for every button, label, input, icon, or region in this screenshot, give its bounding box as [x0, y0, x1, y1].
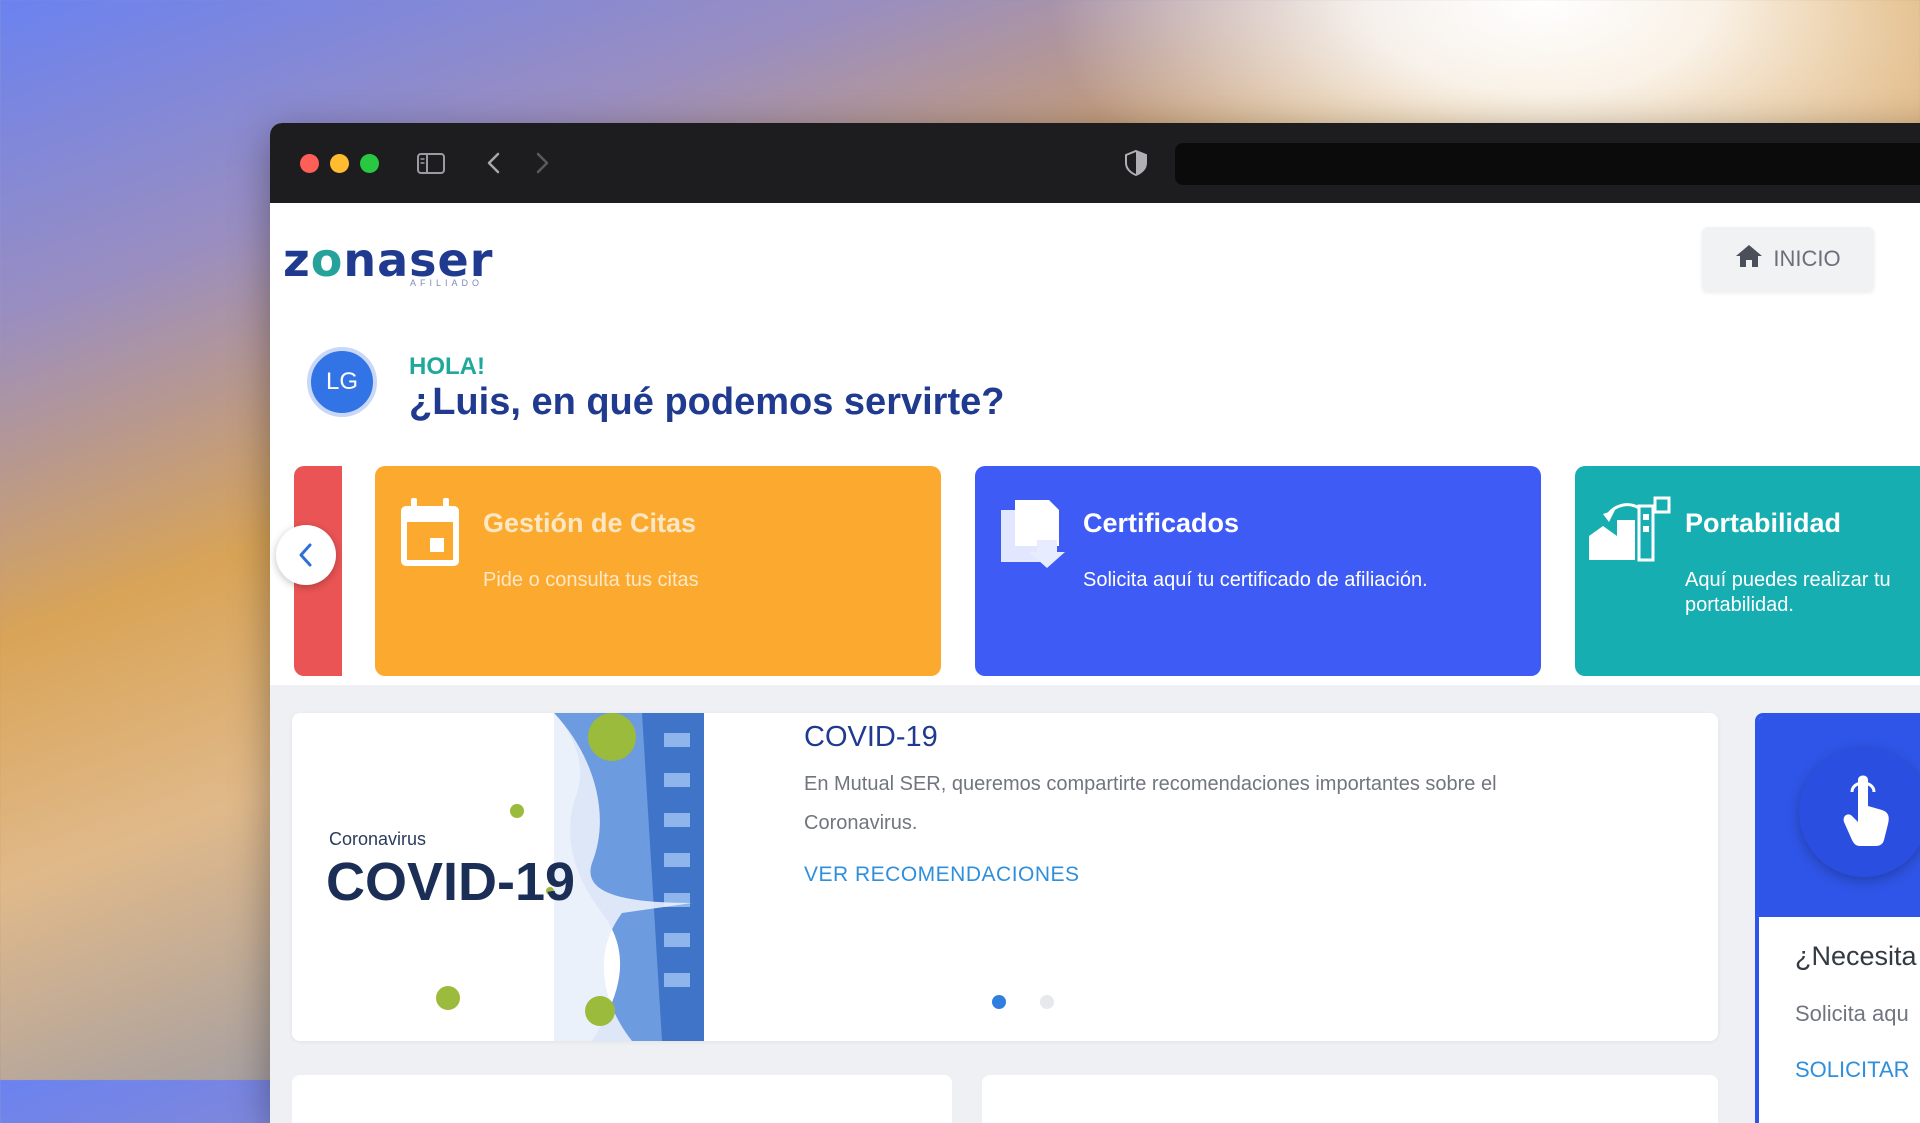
- covid-news-panel: Coronavirus COVID-19 COVID-19 En Mutual …: [292, 713, 1718, 1041]
- service-card-certificados[interactable]: Certificados Solicita aquí tu certificad…: [975, 466, 1541, 676]
- sidebar-toggle-icon[interactable]: [415, 147, 447, 184]
- close-window-button[interactable]: [300, 154, 319, 173]
- bottom-card[interactable]: [292, 1075, 952, 1123]
- help-question: ¿Necesita: [1795, 941, 1917, 971]
- news-description: En Mutual SER, queremos compartirte reco…: [804, 773, 1497, 834]
- carousel-dot-active[interactable]: [992, 995, 1006, 1009]
- service-card-citas[interactable]: Gestión de Citas Pide o consulta tus cit…: [375, 466, 941, 676]
- card-title: Gestión de Citas: [483, 508, 697, 538]
- home-button-label: INICIO: [1773, 246, 1841, 271]
- browser-titlebar: [270, 123, 1920, 203]
- minimize-window-button[interactable]: [330, 154, 349, 173]
- page-content: zonaser AFILIADO INICIO LG HOLA! ¿Luis, …: [270, 203, 1920, 1123]
- help-description: Solicita aqu: [1795, 1001, 1909, 1026]
- avatar[interactable]: LG: [307, 347, 377, 417]
- greeting-hola: HOLA!: [409, 353, 485, 380]
- greeting-panel: LG HOLA! ¿Luis, en qué podemos servirte?…: [270, 325, 1920, 685]
- home-button[interactable]: INICIO: [1702, 227, 1874, 291]
- maximize-window-button[interactable]: [360, 154, 379, 173]
- bottom-cards-row: [292, 1075, 1718, 1123]
- help-panel-header: [1759, 717, 1920, 917]
- home-icon: [1735, 243, 1763, 275]
- back-arrow-icon[interactable]: [482, 147, 506, 184]
- shield-icon[interactable]: [1122, 147, 1150, 184]
- banner-small-text: Coronavirus: [329, 829, 427, 849]
- help-side-panel: ¿Necesita Solicita aqu SOLICITAR: [1755, 713, 1920, 1123]
- card-title: Certificados: [1083, 508, 1240, 538]
- address-bar[interactable]: [1175, 143, 1920, 185]
- carousel-prev-button[interactable]: [276, 525, 336, 585]
- buildings-icon: [1587, 496, 1673, 567]
- chevron-left-icon: [299, 543, 312, 567]
- card-description: Pide o consulta tus citas: [483, 569, 699, 591]
- news-link[interactable]: VER RECOMENDACIONES: [804, 863, 1080, 887]
- documents-icon: [997, 496, 1071, 575]
- logo-subtitle: AFILIADO: [410, 278, 484, 288]
- calendar-icon: [397, 496, 463, 575]
- carousel-dot[interactable]: [1040, 995, 1054, 1009]
- news-title: COVID-19: [804, 721, 938, 753]
- card-description: Aquí puedes realizar tu portabilidad.: [1685, 569, 1891, 616]
- help-button[interactable]: [1799, 747, 1920, 877]
- site-header: zonaser AFILIADO INICIO: [270, 203, 1920, 326]
- covid-banner-image[interactable]: Coronavirus COVID-19: [292, 713, 704, 1041]
- bottom-card[interactable]: [982, 1075, 1718, 1123]
- card-title: Portabilidad: [1685, 508, 1842, 538]
- forward-arrow-icon[interactable]: [530, 147, 554, 184]
- help-request-link[interactable]: SOLICITAR: [1795, 1057, 1910, 1083]
- service-card-portabilidad[interactable]: Portabilidad Aquí puedes realizar tu por…: [1575, 466, 1920, 676]
- browser-window: zonaser AFILIADO INICIO LG HOLA! ¿Luis, …: [270, 123, 1920, 1123]
- banner-big-text: COVID-19: [326, 852, 576, 912]
- tap-hand-icon: [1843, 775, 1889, 846]
- card-description: Solicita aquí tu certificado de afiliaci…: [1083, 569, 1428, 591]
- greeting-question: ¿Luis, en qué podemos servirte?: [409, 381, 1005, 423]
